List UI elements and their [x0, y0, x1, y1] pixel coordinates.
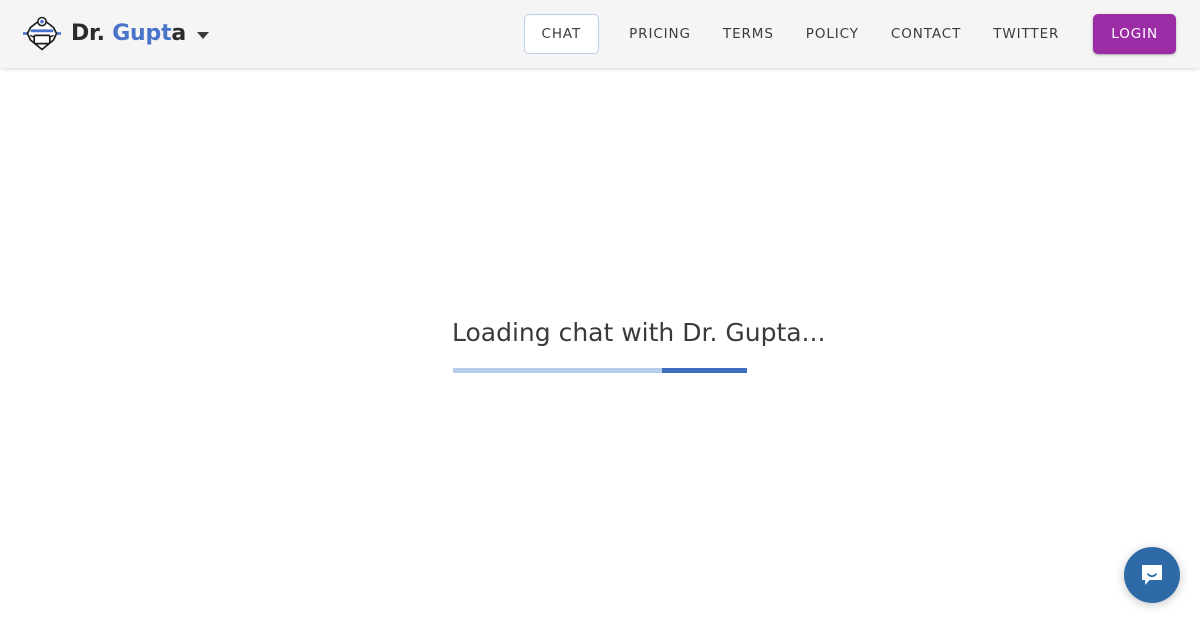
loading-indicator: Loading chat with Dr. Gupta...	[452, 318, 826, 373]
chevron-down-icon[interactable]	[197, 32, 210, 39]
nav-item-twitter[interactable]: TWITTER	[977, 14, 1075, 54]
loading-progress-fill	[661, 368, 747, 373]
login-button[interactable]: LOGIN	[1093, 14, 1176, 54]
nav-item-contact[interactable]: CONTACT	[875, 14, 977, 54]
main-navigation: CHAT PRICING TERMS POLICY CONTACT TWITTE…	[523, 14, 1176, 54]
brand-name: Dr. Gupta	[71, 23, 186, 45]
nav-item-policy[interactable]: POLICY	[790, 14, 875, 54]
loading-message: Loading chat with Dr. Gupta...	[452, 318, 826, 347]
brand-logo-link[interactable]: Dr. Gupta	[22, 14, 210, 54]
brand-name-prefix: Dr.	[71, 21, 113, 46]
doctor-robot-head-icon	[22, 14, 62, 54]
brand-name-highlight: Gupt	[112, 21, 172, 46]
brand-name-suffix: a	[171, 21, 187, 46]
intercom-chat-launcher-button[interactable]	[1124, 547, 1180, 603]
site-header: Dr. Gupta CHAT PRICING TERMS POLICY CONT…	[0, 0, 1200, 68]
loading-progress-bar	[453, 368, 747, 373]
nav-item-chat[interactable]: CHAT	[523, 14, 600, 54]
nav-item-terms[interactable]: TERMS	[707, 14, 790, 54]
nav-item-pricing[interactable]: PRICING	[613, 14, 707, 54]
chat-bubble-smile-icon	[1139, 562, 1165, 588]
main-content: Loading chat with Dr. Gupta...	[0, 68, 1200, 623]
